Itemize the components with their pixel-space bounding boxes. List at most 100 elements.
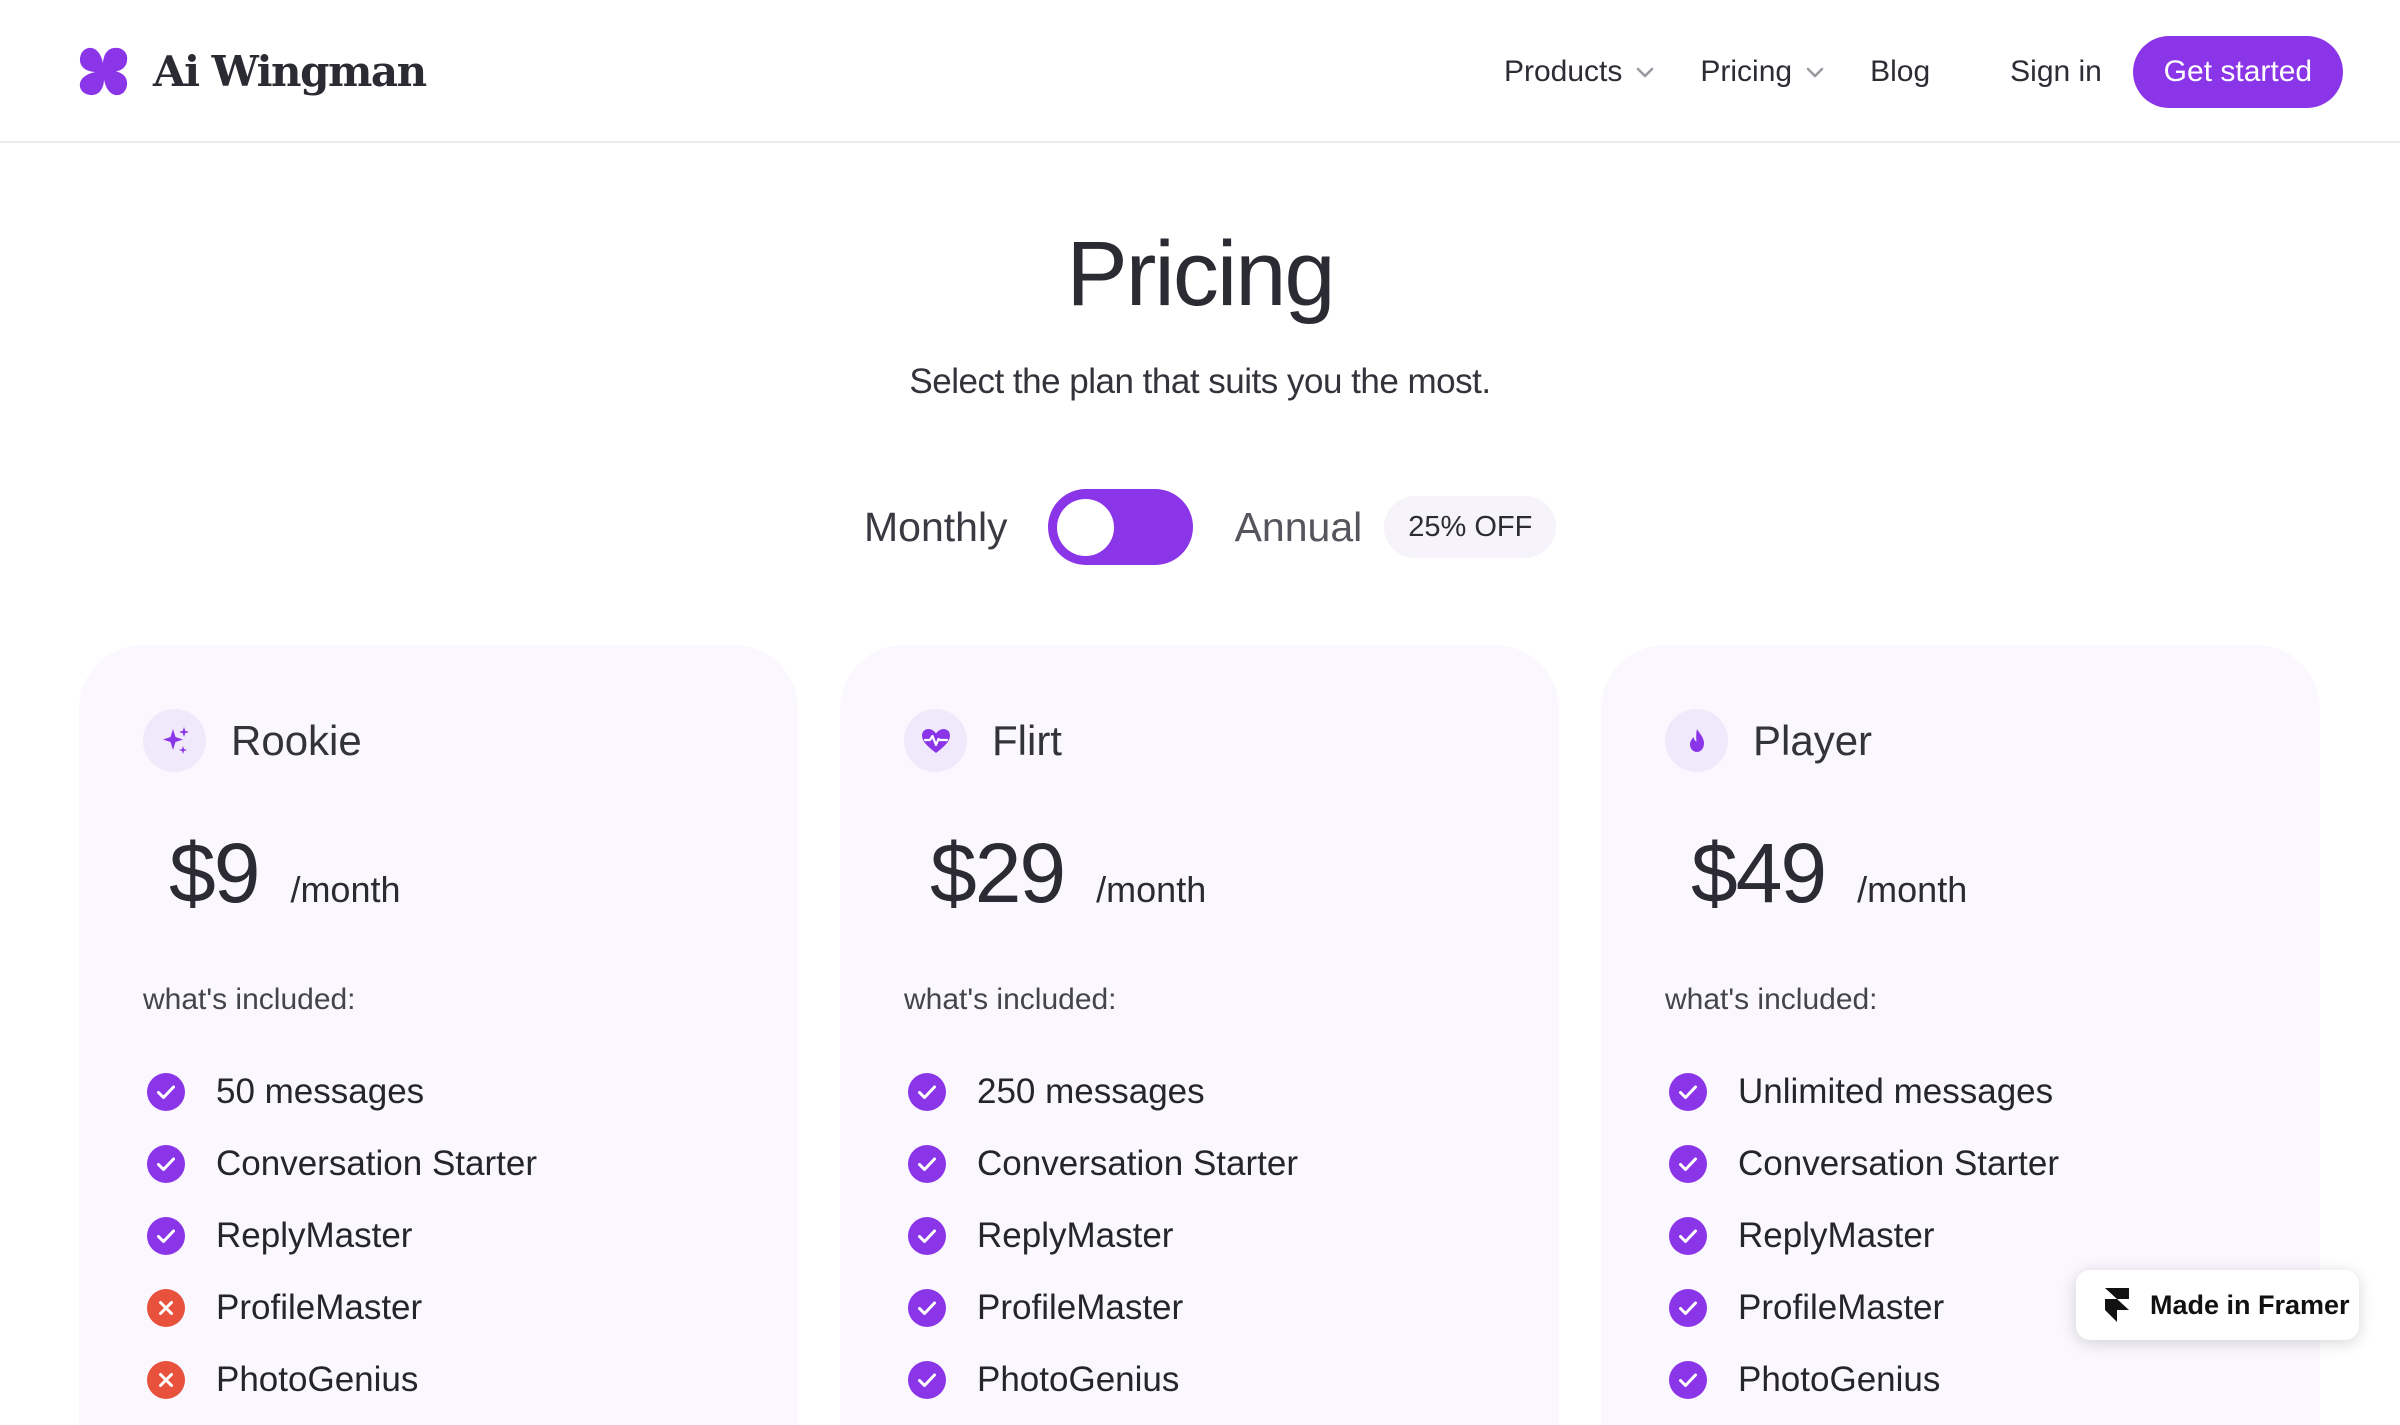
- price-row: $49 /month: [1691, 825, 1967, 922]
- billing-toggle-row: Monthly Annual 25% OFF: [864, 489, 1557, 565]
- site-header: Ai Wingman Products Pricing Blog Sign in…: [0, 0, 2400, 143]
- x-circle-icon: [147, 1361, 185, 1399]
- plan-name: Rookie: [231, 716, 362, 764]
- plan-price: $9: [169, 826, 260, 920]
- included-label: what's included:: [904, 983, 1117, 1016]
- nav-item-label: Blog: [1870, 54, 1931, 88]
- x-circle-icon: [147, 1289, 185, 1327]
- annual-label[interactable]: Annual: [1235, 504, 1363, 551]
- check-circle-icon: [1669, 1289, 1707, 1327]
- check-circle-icon: [147, 1217, 185, 1255]
- nav-item-blog[interactable]: Blog: [1870, 55, 1930, 89]
- nav-item-products[interactable]: Products: [1504, 55, 1656, 89]
- plan-icon-badge: [904, 709, 967, 772]
- feature-list: Unlimited messages Conversation Starter …: [1668, 1056, 2059, 1416]
- price-row: $9 /month: [169, 825, 401, 922]
- feature-item: ReplyMaster: [146, 1200, 537, 1272]
- check-circle-icon: [1669, 1073, 1707, 1111]
- feature-item: ProfileMaster: [1668, 1272, 2059, 1344]
- feature-item: ReplyMaster: [907, 1200, 1298, 1272]
- feature-item: PhotoGenius: [146, 1344, 537, 1416]
- billing-toggle[interactable]: [1047, 489, 1193, 565]
- get-started-button[interactable]: Get started: [2132, 35, 2343, 108]
- plan-price: $29: [930, 826, 1066, 920]
- flame-icon: [1689, 728, 1704, 752]
- plan-name: Player: [1753, 716, 1873, 764]
- check-circle-icon: [147, 1145, 185, 1183]
- check-circle-icon: [908, 1145, 946, 1183]
- plan-name: Flirt: [992, 716, 1062, 764]
- sparkles-icon: [162, 726, 189, 754]
- nav-item-label: Pricing: [1700, 54, 1793, 88]
- feature-item: Unlimited messages: [1668, 1056, 2059, 1128]
- chevron-down-icon: [1806, 67, 1824, 77]
- feature-label: Unlimited messages: [1738, 1072, 2054, 1111]
- feature-label: Conversation Starter: [216, 1144, 537, 1183]
- check-circle-icon: [1669, 1217, 1707, 1255]
- feature-item: PhotoGenius: [907, 1344, 1298, 1416]
- check-circle-icon: [147, 1073, 185, 1111]
- plan-header: Flirt: [904, 709, 1062, 772]
- sign-in-link[interactable]: Sign in: [2010, 55, 2102, 89]
- feature-list: 50 messages Conversation Starter ReplyMa…: [146, 1056, 537, 1416]
- feature-label: PhotoGenius: [216, 1360, 419, 1399]
- feature-label: 50 messages: [216, 1072, 425, 1111]
- feature-item: Conversation Starter: [146, 1128, 537, 1200]
- feature-label: Conversation Starter: [977, 1144, 1298, 1183]
- plan-period: /month: [1857, 869, 1968, 910]
- included-label: what's included:: [1665, 983, 1878, 1016]
- feature-item: Conversation Starter: [1668, 1128, 2059, 1200]
- nav-item-pricing[interactable]: Pricing: [1700, 55, 1826, 89]
- framer-badge-label: Made in Framer: [2150, 1289, 2350, 1320]
- flower-logo-icon: [79, 47, 128, 96]
- price-row: $29 /month: [930, 825, 1206, 922]
- plan-icon-badge: [1665, 709, 1728, 772]
- logo-link[interactable]: Ai Wingman: [78, 46, 427, 97]
- check-circle-icon: [1669, 1361, 1707, 1399]
- logo-text: Ai Wingman: [153, 47, 427, 96]
- feature-label: ReplyMaster: [1738, 1216, 1935, 1255]
- toggle-knob: [1056, 499, 1114, 556]
- page-subtitle: Select the plan that suits you the most.: [909, 362, 1491, 401]
- check-circle-icon: [908, 1289, 946, 1327]
- feature-label: ProfileMaster: [977, 1288, 1184, 1327]
- plan-period: /month: [1096, 869, 1207, 910]
- feature-item: ProfileMaster: [907, 1272, 1298, 1344]
- discount-badge: 25% OFF: [1384, 496, 1557, 558]
- feature-label: ProfileMaster: [1738, 1288, 1945, 1327]
- feature-item: Conversation Starter: [907, 1128, 1298, 1200]
- feature-label: Conversation Starter: [1738, 1144, 2059, 1183]
- page-title: Pricing: [1066, 223, 1335, 325]
- chevron-down-icon: [1637, 67, 1654, 77]
- check-circle-icon: [908, 1361, 946, 1399]
- feature-item: ReplyMaster: [1668, 1200, 2059, 1272]
- check-circle-icon: [908, 1073, 946, 1111]
- check-circle-icon: [908, 1217, 946, 1255]
- included-label: what's included:: [143, 983, 356, 1016]
- feature-label: PhotoGenius: [977, 1360, 1180, 1399]
- feature-label: ReplyMaster: [977, 1216, 1174, 1255]
- plan-card-rookie[interactable]: Rookie $9 /month what's included: 50 mes…: [79, 645, 798, 1425]
- framer-logo-icon: [2105, 1288, 2129, 1322]
- main-nav: Products Pricing Blog Sign in Get starte…: [1504, 0, 2343, 143]
- plan-price: $49: [1691, 826, 1827, 920]
- feature-list: 250 messages Conversation Starter ReplyM…: [907, 1056, 1298, 1416]
- heart-pulse-icon: [921, 728, 950, 753]
- plan-period: /month: [290, 869, 401, 910]
- plan-header: Player: [1665, 709, 1872, 772]
- feature-item: PhotoGenius: [1668, 1344, 2059, 1416]
- feature-label: 250 messages: [977, 1072, 1205, 1111]
- plan-card-flirt[interactable]: Flirt $29 /month what's included: 250 me…: [840, 645, 1559, 1425]
- check-circle-icon: [1669, 1145, 1707, 1183]
- plan-icon-badge: [143, 709, 206, 772]
- pricing-cards: Rookie $9 /month what's included: 50 mes…: [79, 645, 2320, 1425]
- feature-label: ReplyMaster: [216, 1216, 413, 1255]
- made-in-framer-badge[interactable]: Made in Framer: [2076, 1270, 2359, 1340]
- feature-item: 50 messages: [146, 1056, 537, 1128]
- feature-item: 250 messages: [907, 1056, 1298, 1128]
- feature-label: PhotoGenius: [1738, 1360, 1941, 1399]
- feature-item: ProfileMaster: [146, 1272, 537, 1344]
- plan-header: Rookie: [143, 709, 362, 772]
- monthly-label[interactable]: Monthly: [864, 504, 1008, 551]
- feature-label: ProfileMaster: [216, 1288, 423, 1327]
